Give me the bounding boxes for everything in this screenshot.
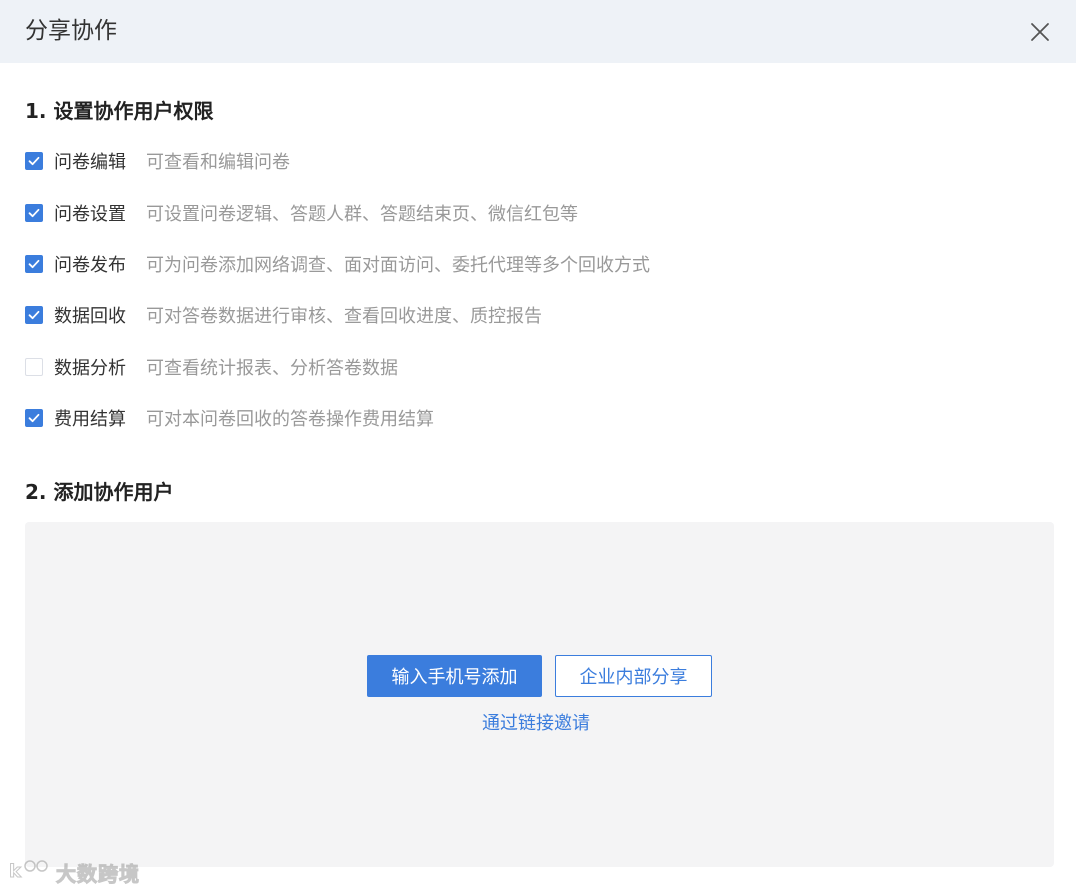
permission-row-publish[interactable]: 问卷发布 可为问卷添加网络调查、面对面访问、委托代理等多个回收方式 <box>25 251 650 277</box>
checkbox-checked-icon[interactable] <box>25 306 43 324</box>
permission-row-edit[interactable]: 问卷编辑 可查看和编辑问卷 <box>25 148 290 174</box>
share-collaboration-dialog: 分享协作 1. 设置协作用户权限 问卷编辑 可查看和编辑问卷 问卷设置 可设置问… <box>0 0 1076 892</box>
permission-row-settings[interactable]: 问卷设置 可设置问卷逻辑、答题人群、答题结束页、微信红包等 <box>25 200 578 226</box>
permission-description: 可设置问卷逻辑、答题人群、答题结束页、微信红包等 <box>146 204 578 225</box>
enterprise-share-button[interactable]: 企业内部分享 <box>555 655 712 697</box>
permission-description: 可查看统计报表、分析答卷数据 <box>146 358 398 379</box>
permission-label: 费用结算 <box>54 409 126 430</box>
permission-row-billing[interactable]: 费用结算 可对本问卷回收的答卷操作费用结算 <box>25 405 434 431</box>
permission-description: 可对答卷数据进行审核、查看回收进度、质控报告 <box>146 306 542 327</box>
permission-description: 可为问卷添加网络调查、面对面访问、委托代理等多个回收方式 <box>146 255 650 276</box>
checkbox-checked-icon[interactable] <box>25 409 43 427</box>
checkbox-checked-icon[interactable] <box>25 152 43 170</box>
permission-label: 问卷发布 <box>54 255 126 276</box>
permission-label: 问卷设置 <box>54 204 126 225</box>
invite-by-link[interactable]: 通过链接邀请 <box>482 711 590 737</box>
permission-row-analysis[interactable]: 数据分析 可查看统计报表、分析答卷数据 <box>25 354 398 380</box>
watermark: k 大数跨境 <box>8 856 140 888</box>
section-permissions-title: 1. 设置协作用户权限 <box>25 99 214 123</box>
add-by-phone-button[interactable]: 输入手机号添加 <box>367 655 542 697</box>
close-icon[interactable] <box>1026 18 1054 46</box>
permission-row-collection[interactable]: 数据回收 可对答卷数据进行审核、查看回收进度、质控报告 <box>25 302 542 328</box>
permission-label: 问卷编辑 <box>54 152 126 173</box>
permission-label: 数据分析 <box>54 358 126 379</box>
permission-label: 数据回收 <box>54 306 126 327</box>
checkbox-checked-icon[interactable] <box>25 255 43 273</box>
watermark-logo-icon: k <box>8 856 52 888</box>
svg-text:k: k <box>9 861 22 882</box>
checkbox-unchecked-icon[interactable] <box>25 358 43 376</box>
permission-description: 可查看和编辑问卷 <box>146 152 290 173</box>
permission-description: 可对本问卷回收的答卷操作费用结算 <box>146 409 434 430</box>
watermark-text: 大数跨境 <box>56 861 140 886</box>
dialog-header: 分享协作 <box>0 0 1076 63</box>
section-add-users-title: 2. 添加协作用户 <box>25 480 174 504</box>
checkbox-checked-icon[interactable] <box>25 204 43 222</box>
dialog-title: 分享协作 <box>25 18 117 44</box>
